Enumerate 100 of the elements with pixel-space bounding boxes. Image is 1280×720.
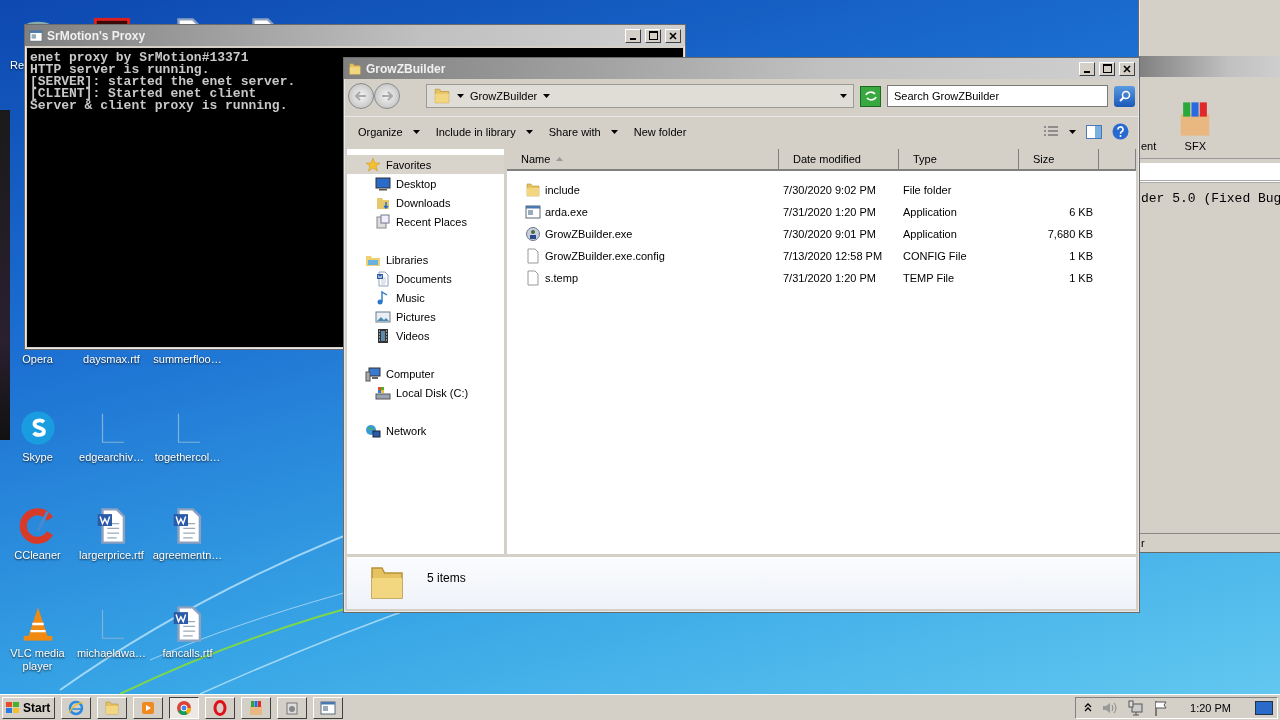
date-cell-text: 7/30/2020 9:01 PM [782,228,877,240]
size-cell-text: 7,680 KB [1046,228,1094,240]
size-cell-text: 1 KB [1068,250,1094,262]
date-cell-text: 7/31/2020 1:20 PM [782,272,877,284]
type-cell-text: File folder [902,184,953,196]
monitor-icon [375,175,391,192]
sort-arrow-icon [556,157,564,161]
flag-icon[interactable] [1154,699,1169,716]
refresh-icon [863,90,878,102]
caret-down-icon [610,129,618,134]
maximize-button[interactable] [645,28,661,43]
nav-item[interactable]: Pictures [347,307,504,326]
start-button[interactable]: Start [2,696,56,719]
nav-item[interactable]: Music [347,288,504,307]
desktop-icon-label[interactable]: summerfloo… [153,353,222,366]
column-header[interactable]: Type [899,149,1019,169]
network-icon[interactable] [1128,699,1145,716]
column-header[interactable]: Size [1019,149,1099,169]
show-desktop-icon[interactable] [1255,700,1273,715]
desktop-icon-label[interactable]: daysmax.rtf [83,353,140,366]
nav-item[interactable]: Videos [347,326,504,345]
caret-down-icon [543,94,551,98]
desktop-icon-label[interactable]: Re [10,59,25,72]
toolbar-button[interactable]: New folder [627,123,693,140]
maximize-button[interactable] [1099,61,1115,76]
window-icon [29,28,43,43]
toolbar-label[interactable]: SFX [1184,140,1206,152]
nav-item[interactable]: Local Disk (C:) [347,383,504,402]
status-text: r [1139,533,1280,552]
back-button[interactable] [348,83,374,109]
desktop-icon-label[interactable]: Skype [22,451,53,464]
date-cell-text: 7/30/2020 9:02 PM [782,184,877,196]
close-button[interactable] [665,28,681,43]
nav-item[interactable]: Network [347,421,504,440]
desktop-icon-label[interactable]: Opera [22,353,53,366]
caret-down-icon [412,129,420,134]
chat-app-icon [18,409,57,447]
search-button[interactable] [1114,85,1135,107]
chevron-up-icon[interactable] [1084,703,1093,712]
nav-item[interactable]: Libraries [347,250,504,269]
search-icon [1118,90,1131,102]
toolbar-button[interactable]: Share with [542,123,624,140]
clock[interactable]: 1:20 PM [1190,701,1231,714]
file-name[interactable]: include [507,182,779,198]
caret-down-icon [457,94,464,98]
nav-item[interactable]: Desktop [347,174,504,193]
star-icon [365,156,381,173]
nav-item[interactable]: Recent Places [347,212,504,231]
taskbar-button[interactable] [169,696,200,719]
file-name[interactable]: arda.exe [507,204,779,220]
nav-item[interactable]: Computer [347,364,504,383]
close-button[interactable] [1119,61,1135,76]
desktop-icon-label[interactable]: edgearchiv… [79,451,144,464]
image-icon [375,308,391,325]
column-header[interactable]: Date modified [779,149,899,169]
play-icon [140,699,157,716]
file-name[interactable]: GrowZBuilder.exe [507,226,779,242]
breadcrumb[interactable]: GrowZBuilder [470,90,538,102]
column-header[interactable]: Name [507,149,779,169]
file-name[interactable]: s.temp [507,270,779,286]
archive-icon [248,699,265,716]
nav-item[interactable]: Favorites [347,155,504,174]
file-name[interactable]: GrowZBuilder.exe.config [507,248,779,264]
size-cell-text: 1 KB [1068,272,1094,284]
type-cell-text: CONFIG File [902,250,968,262]
forward-button[interactable] [374,83,400,109]
desktop-icon-label[interactable]: togethercol… [154,451,221,464]
minimize-icon [630,37,636,40]
file-icon [525,248,541,264]
toolbar-label[interactable]: ent [1141,140,1157,152]
help-icon[interactable] [1112,123,1129,140]
preview-pane-icon[interactable] [1086,124,1102,139]
console-line: enet proxy by SrMotion#13371 [30,52,249,64]
type-cell-text: Application [902,228,958,240]
console-line: Server & client proxy is running. [30,100,288,112]
toolbar-button[interactable]: Include in library [429,123,539,140]
refresh-button[interactable] [860,85,881,107]
nav-item[interactable]: Documents [347,269,504,288]
windows-logo-icon [5,700,21,715]
maximize-icon [648,31,658,40]
toolbar-button[interactable]: Organize [352,123,426,140]
window-title: GrowZBuilder [366,61,447,76]
folder-icon [348,61,362,76]
window-title: SrMotion's Proxy [47,28,147,43]
minimize-button[interactable] [625,28,641,43]
date-cell-text: 7/31/2020 1:20 PM [782,206,877,218]
minimize-button[interactable] [1079,61,1095,76]
back-arrow-icon [355,91,367,101]
minimize-icon [1084,70,1090,73]
recent-places-icon [375,213,391,230]
console-line: [CLIENT]: Started enet client [30,88,257,100]
browser-icon [176,699,193,716]
search-field[interactable]: Search GrowZBuilder [887,85,1108,107]
content-text: der 5.0 (Fixed Bug [1140,190,1280,208]
type-cell-text: Application [902,206,958,218]
address-bar[interactable]: GrowZBuilder [426,84,854,108]
nav-item[interactable]: Downloads [347,193,504,212]
folder-icon [104,699,121,716]
drive-icon [375,384,391,401]
browser-icon [68,699,85,716]
